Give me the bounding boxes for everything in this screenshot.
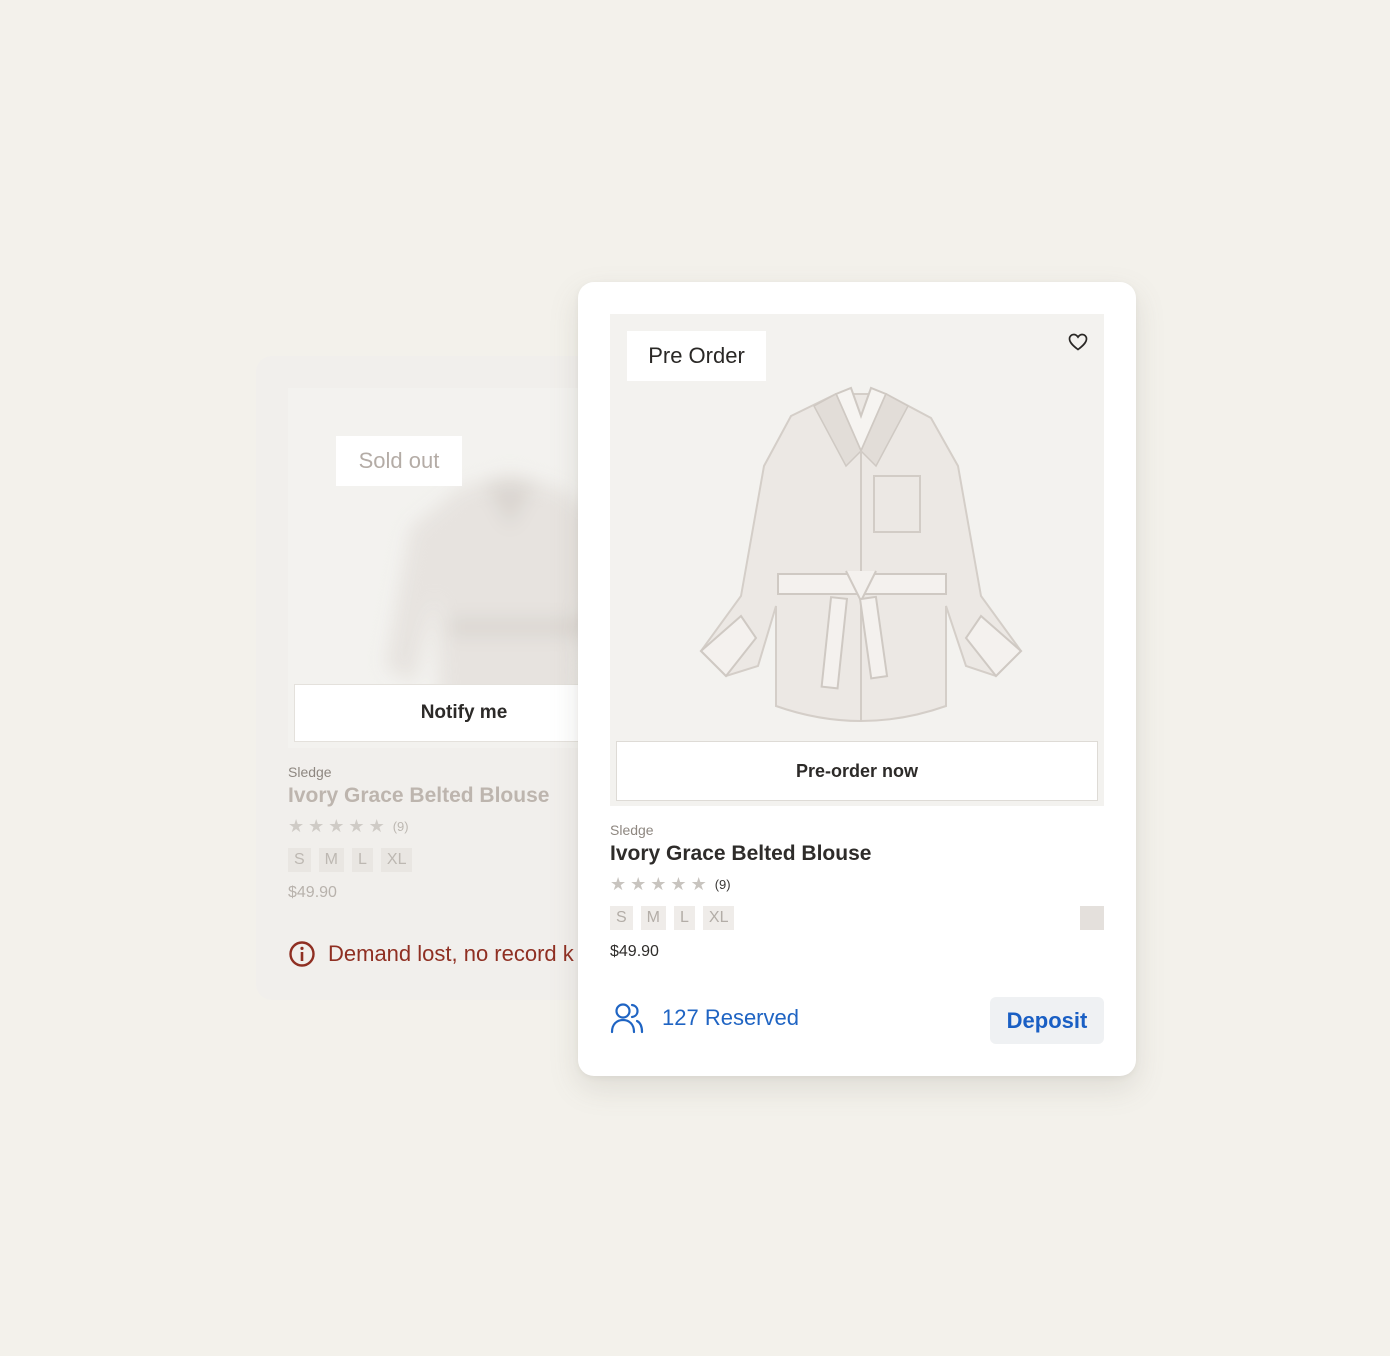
rating-count: (9) <box>392 819 409 834</box>
size-option-m[interactable]: M <box>640 906 666 930</box>
size-options: S M L XL <box>610 906 735 930</box>
size-option-l[interactable]: L <box>674 906 695 930</box>
star-icon: ★ <box>670 874 687 894</box>
rating-count: (9) <box>714 877 731 892</box>
product-rating: ★ ★ ★ ★ ★ (9) <box>610 874 731 895</box>
product-brand: Sledge <box>610 822 654 838</box>
star-icon: ★ <box>690 874 707 894</box>
product-price: $49.90 <box>610 943 659 960</box>
star-icon: ★ <box>328 816 345 836</box>
star-icon: ★ <box>650 874 667 894</box>
star-icon: ★ <box>630 874 647 894</box>
product-brand: Sledge <box>288 764 332 780</box>
sold-out-badge: Sold out <box>336 436 462 486</box>
preorder-badge: Pre Order <box>627 331 766 381</box>
product-title[interactable]: Ivory Grace Belted Blouse <box>610 842 871 866</box>
heart-icon <box>1068 333 1088 351</box>
product-image-area: Pre Order Pre-order now <box>610 314 1104 806</box>
demand-lost-warning: Demand lost, no record k <box>288 940 574 968</box>
preorder-product-card: Pre Order Pre-order now Sledge Ivory Gra… <box>578 282 1136 1076</box>
star-icon: ★ <box>348 816 365 836</box>
product-title: Ivory Grace Belted Blouse <box>288 784 550 807</box>
star-icon: ★ <box>308 816 325 836</box>
size-option: S <box>288 848 311 872</box>
size-option: XL <box>380 848 413 872</box>
wishlist-button[interactable] <box>1066 330 1090 354</box>
color-swatch[interactable] <box>1080 906 1104 930</box>
size-options: S M L XL <box>288 848 413 872</box>
product-image[interactable] <box>696 376 1026 746</box>
size-option-xl[interactable]: XL <box>702 906 735 930</box>
star-icon: ★ <box>610 874 627 894</box>
star-icon: ★ <box>368 816 385 836</box>
size-option: M <box>318 848 344 872</box>
size-option-s[interactable]: S <box>610 906 633 930</box>
reserved-text: 127 Reserved <box>662 1005 799 1030</box>
reserved-count: 127 Reserved <box>610 1002 799 1034</box>
product-rating: ★ ★ ★ ★ ★ (9) <box>288 816 409 837</box>
info-icon <box>289 941 315 967</box>
warning-text: Demand lost, no record k <box>328 941 574 966</box>
product-price: $49.90 <box>288 884 337 901</box>
preorder-now-button[interactable]: Pre-order now <box>616 741 1098 801</box>
star-icon: ★ <box>288 816 305 836</box>
size-option: L <box>352 848 373 872</box>
deposit-button[interactable]: Deposit <box>990 997 1104 1044</box>
users-icon <box>610 1003 644 1034</box>
